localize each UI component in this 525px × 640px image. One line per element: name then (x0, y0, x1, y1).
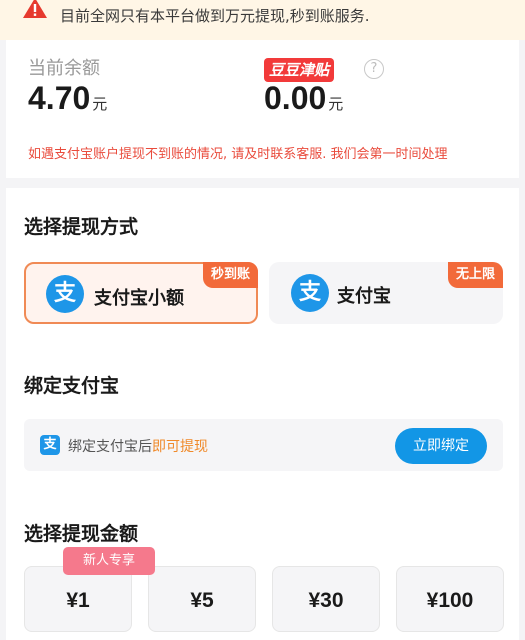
amount-option-30[interactable]: ¥30 (272, 566, 380, 632)
unlimited-badge: 无上限 (447, 262, 503, 288)
instant-badge: 秒到账 (202, 262, 258, 288)
balance-value: 4.70 元 (28, 80, 107, 117)
bind-hint-prefix: 绑定支付宝后 (68, 439, 152, 455)
notice-text: 目前全网只有本平台做到万元提现,秒到账服务. (60, 7, 370, 25)
balance-amount: 4.70 (28, 80, 91, 116)
bean-amount: 0.00 (264, 80, 327, 116)
method-label: 支付宝 (337, 286, 391, 307)
withdraw-card: 选择提现方式 支 支付宝小额 秒到账 支 支付宝 无上限 绑定支付宝 支 绑定支… (6, 188, 519, 640)
balance-unit: 元 (92, 96, 108, 113)
amount-option-100[interactable]: ¥100 (396, 566, 504, 632)
alipay-icon: 支 (46, 275, 84, 313)
alipay-icon: 支 (291, 274, 329, 312)
method-label: 支付宝小额 (94, 288, 184, 309)
warning-icon (23, 0, 47, 18)
bean-unit: 元 (328, 96, 344, 113)
amount-section-title: 选择提现金额 (24, 523, 139, 545)
notice-banner: 目前全网只有本平台做到万元提现,秒到账服务. (0, 0, 525, 40)
method-section-title: 选择提现方式 (24, 216, 139, 238)
amount-option-1[interactable]: ¥1 (24, 566, 132, 632)
bind-section-title: 绑定支付宝 (24, 375, 120, 397)
new-user-tag: 新人专享 (63, 547, 155, 575)
bind-now-button[interactable]: 立即绑定 (395, 428, 487, 464)
bean-subsidy-badge: 豆豆津贴 (264, 58, 335, 82)
help-icon[interactable]: ? (364, 59, 384, 79)
bind-hint: 绑定支付宝后即可提现 (68, 436, 208, 456)
bean-value: 0.00 元 (264, 80, 343, 117)
amount-option-5[interactable]: ¥5 (148, 566, 256, 632)
bind-alipay-row: 支 绑定支付宝后即可提现 立即绑定 (24, 419, 503, 471)
withdraw-note: 如遇支付宝账户提现不到账的情况, 请及时联系客服. 我们会第一时间处理 (28, 147, 448, 162)
bind-hint-highlight: 即可提现 (152, 439, 208, 455)
method-alipay[interactable]: 支 支付宝 无上限 (269, 262, 503, 324)
method-alipay-small[interactable]: 支 支付宝小额 秒到账 (24, 262, 258, 324)
balance-card: 当前余额 4.70 元 豆豆津贴 ? 0.00 元 如遇支付宝账户提现不到账的情况,… (6, 40, 519, 178)
balance-label: 当前余额 (28, 58, 100, 79)
alipay-icon: 支 (40, 435, 60, 455)
